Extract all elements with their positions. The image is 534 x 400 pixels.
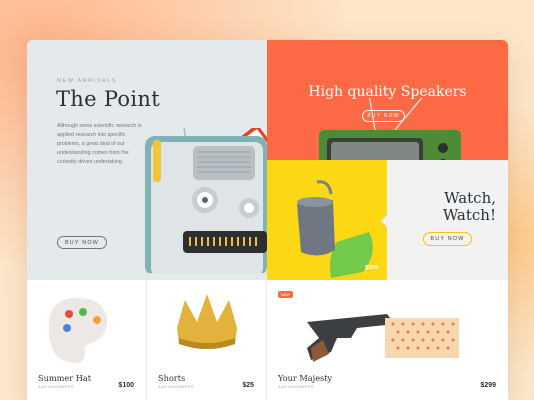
- speakers-panel: High quality Speakers BUY NOW: [267, 40, 508, 160]
- watch-title: Watch, Watch!: [443, 190, 496, 224]
- product-brand: AUS ENGINEERS: [38, 385, 75, 389]
- watch-title-line1: Watch,: [444, 189, 496, 207]
- crown-image: [147, 280, 266, 375]
- tv-image: [315, 98, 465, 160]
- speaker-image: [267, 160, 387, 280]
- speakers-buy-now-button[interactable]: BUY NOW: [362, 110, 405, 122]
- palette-image: [27, 280, 146, 375]
- watch-title-line2: Watch!: [442, 206, 496, 224]
- product-name: Your Majesty: [278, 373, 333, 383]
- speakers-title: High quality Speakers: [308, 84, 467, 100]
- hero-description: Although some scientific research is app…: [57, 123, 142, 165]
- watch-panel: Watch, Watch! BUY NOW: [381, 160, 508, 280]
- panel-notch: [381, 215, 387, 227]
- hero-panel: NEW ARRIVALS The Point Although some sci…: [27, 40, 267, 280]
- product-tile[interactable]: Shorts AUS ENGINEERS $25: [147, 280, 267, 400]
- product-price: $25: [242, 382, 254, 389]
- product-showcase-card: NEW ARRIVALS The Point Although some sci…: [27, 40, 508, 400]
- product-name: Summer Hat: [38, 373, 92, 383]
- radio-image: [145, 128, 267, 273]
- hero-eyebrow: NEW ARRIVALS: [57, 78, 118, 84]
- product-name: Shorts: [158, 373, 186, 383]
- product-brand: AUS ENGINEERS: [158, 385, 195, 389]
- product-tile[interactable]: NEW Your Majesty AUS ENGINEERS $299: [267, 280, 508, 400]
- product-price: $100: [118, 382, 134, 389]
- watch-buy-now-button[interactable]: BUY NOW: [423, 232, 472, 246]
- promo-price: $399: [365, 265, 378, 271]
- product-price: $299: [480, 382, 496, 389]
- hero-buy-now-button[interactable]: BUY NOW: [57, 236, 107, 249]
- new-badge: NEW: [278, 291, 293, 298]
- speaker-promo-panel: $399: [267, 160, 387, 280]
- flag-gun-image: [267, 280, 508, 375]
- hero-title: The Point: [56, 87, 160, 111]
- product-tile[interactable]: Summer Hat AUS ENGINEERS $100: [27, 280, 147, 400]
- product-brand: AUS ENGINEERS: [278, 385, 315, 389]
